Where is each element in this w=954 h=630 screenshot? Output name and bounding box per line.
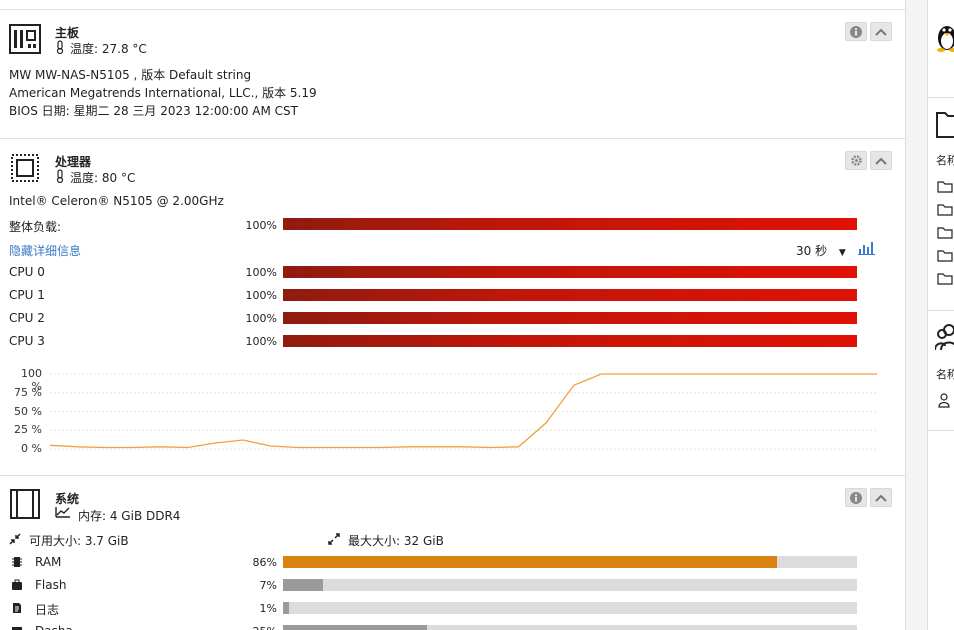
available-size: 可用大小: 3.7 GiB	[29, 534, 129, 548]
system-row-percent: 1%	[259, 602, 277, 615]
system-row-percent: 7%	[259, 579, 277, 592]
system-row-label: 日志	[35, 603, 60, 617]
cpu-core-percent: 100%	[245, 312, 277, 325]
name-column-label: 名称	[936, 368, 954, 381]
divider	[928, 310, 954, 311]
folder-icon	[936, 110, 954, 141]
disk-icon	[11, 625, 23, 630]
cpu-core-label: CPU 3	[9, 334, 45, 348]
compress-icon	[9, 533, 21, 548]
y-tick-label: 25 %	[14, 423, 42, 437]
cpu-core-bar	[283, 289, 857, 301]
cpu-core-bar	[283, 266, 857, 278]
folder-icon[interactable]	[937, 181, 953, 196]
interval-value: 30 秒	[796, 244, 828, 258]
cpu-load-line	[50, 373, 877, 449]
collapse-button[interactable]	[870, 22, 892, 41]
system-row-percent: 86%	[252, 556, 277, 569]
cpu-core-percent: 100%	[245, 266, 277, 279]
board-vendor: American Megatrends International, LLC.,…	[9, 86, 317, 100]
y-tick-label: 50 %	[14, 404, 42, 418]
chevron-up-icon	[875, 494, 887, 502]
overall-load-label: 整体负载:	[9, 220, 62, 234]
settings-button[interactable]	[845, 151, 867, 170]
system-row-bar	[283, 556, 857, 568]
folder-icon[interactable]	[937, 227, 953, 242]
system-row-label: Dasha	[35, 624, 73, 630]
chevron-up-icon	[875, 28, 887, 36]
cpu-core-label: CPU 0	[9, 265, 45, 279]
linux-penguin-icon	[936, 22, 954, 55]
cpu-core-label: CPU 2	[9, 311, 45, 325]
expand-icon	[328, 533, 340, 548]
system-icon	[9, 488, 41, 523]
collapse-button[interactable]	[870, 151, 892, 170]
memory-info: 内存: 4 GiB DDR4	[78, 509, 181, 523]
chart-toggle-button[interactable]	[858, 241, 876, 258]
folder-icon[interactable]	[937, 273, 953, 288]
cpu-core-label: CPU 1	[9, 288, 45, 302]
users-icon	[934, 322, 954, 355]
system-title: 系统	[55, 492, 80, 506]
thermometer-icon	[55, 40, 65, 57]
system-row-percent: 25%	[237, 625, 277, 630]
processor-icon	[9, 152, 41, 187]
cpu-title: 处理器	[55, 155, 92, 169]
info-icon	[850, 25, 862, 38]
bar-chart-icon	[858, 242, 875, 255]
divider	[928, 97, 954, 98]
info-button[interactable]	[845, 488, 867, 507]
divider	[0, 9, 905, 10]
cpu-load-chart	[50, 373, 877, 450]
overall-load-bar	[283, 218, 857, 230]
divider	[0, 138, 905, 139]
log-file-icon	[11, 602, 23, 617]
hide-details-link[interactable]: 隐藏详细信息	[9, 242, 81, 259]
divider	[0, 475, 905, 476]
info-button[interactable]	[845, 22, 867, 41]
cpu-core-percent: 100%	[245, 289, 277, 302]
caret-down-icon: ▼	[838, 248, 846, 258]
cpu-core-percent: 100%	[245, 335, 277, 348]
folder-icon[interactable]	[937, 204, 953, 219]
line-chart-icon	[55, 506, 71, 521]
divider	[928, 430, 954, 431]
system-row-bar	[283, 602, 857, 614]
thermometer-icon	[55, 169, 65, 186]
cpu-core-bar	[283, 312, 857, 324]
cpu-core-bar	[283, 335, 857, 347]
interval-select[interactable]: 30 秒 ▼	[796, 242, 846, 259]
board-model: MW MW-NAS-N5105 , 版本 Default string	[9, 68, 252, 82]
cpu-temp: 温度: 80 °C	[70, 171, 136, 185]
system-row-label: RAM	[35, 555, 62, 569]
board-title: 主板	[55, 26, 80, 40]
flash-drive-icon	[11, 579, 23, 594]
dashboard-main: 主板 温度: 27.8 °C MW MW-NAS-N5105 , 版本 Defa…	[0, 0, 906, 630]
chevron-up-icon	[875, 157, 887, 165]
maximum-size: 最大大小: 32 GiB	[348, 534, 444, 548]
y-tick-label: 0 %	[21, 442, 42, 455]
cpu-model: Intel® Celeron® N5105 @ 2.00GHz	[9, 194, 224, 208]
motherboard-icon	[9, 24, 41, 57]
info-icon	[850, 491, 862, 504]
collapse-button[interactable]	[870, 488, 892, 507]
side-panel: 名称 名称	[927, 0, 954, 630]
system-row-bar	[283, 579, 857, 591]
ram-chip-icon	[11, 556, 23, 571]
system-row-label: Flash	[35, 578, 67, 592]
system-row-bar	[283, 625, 857, 630]
board-temp: 温度: 27.8 °C	[70, 42, 147, 56]
name-column-label: 名称	[936, 154, 954, 167]
y-tick-label: 75 %	[14, 385, 42, 399]
user-icon[interactable]	[938, 393, 950, 411]
folder-icon[interactable]	[937, 250, 953, 265]
overall-load-percent: 100%	[245, 219, 277, 232]
gear-icon	[850, 155, 862, 166]
bios-date: BIOS 日期: 星期二 28 三月 2023 12:00:00 AM CST	[9, 104, 298, 118]
